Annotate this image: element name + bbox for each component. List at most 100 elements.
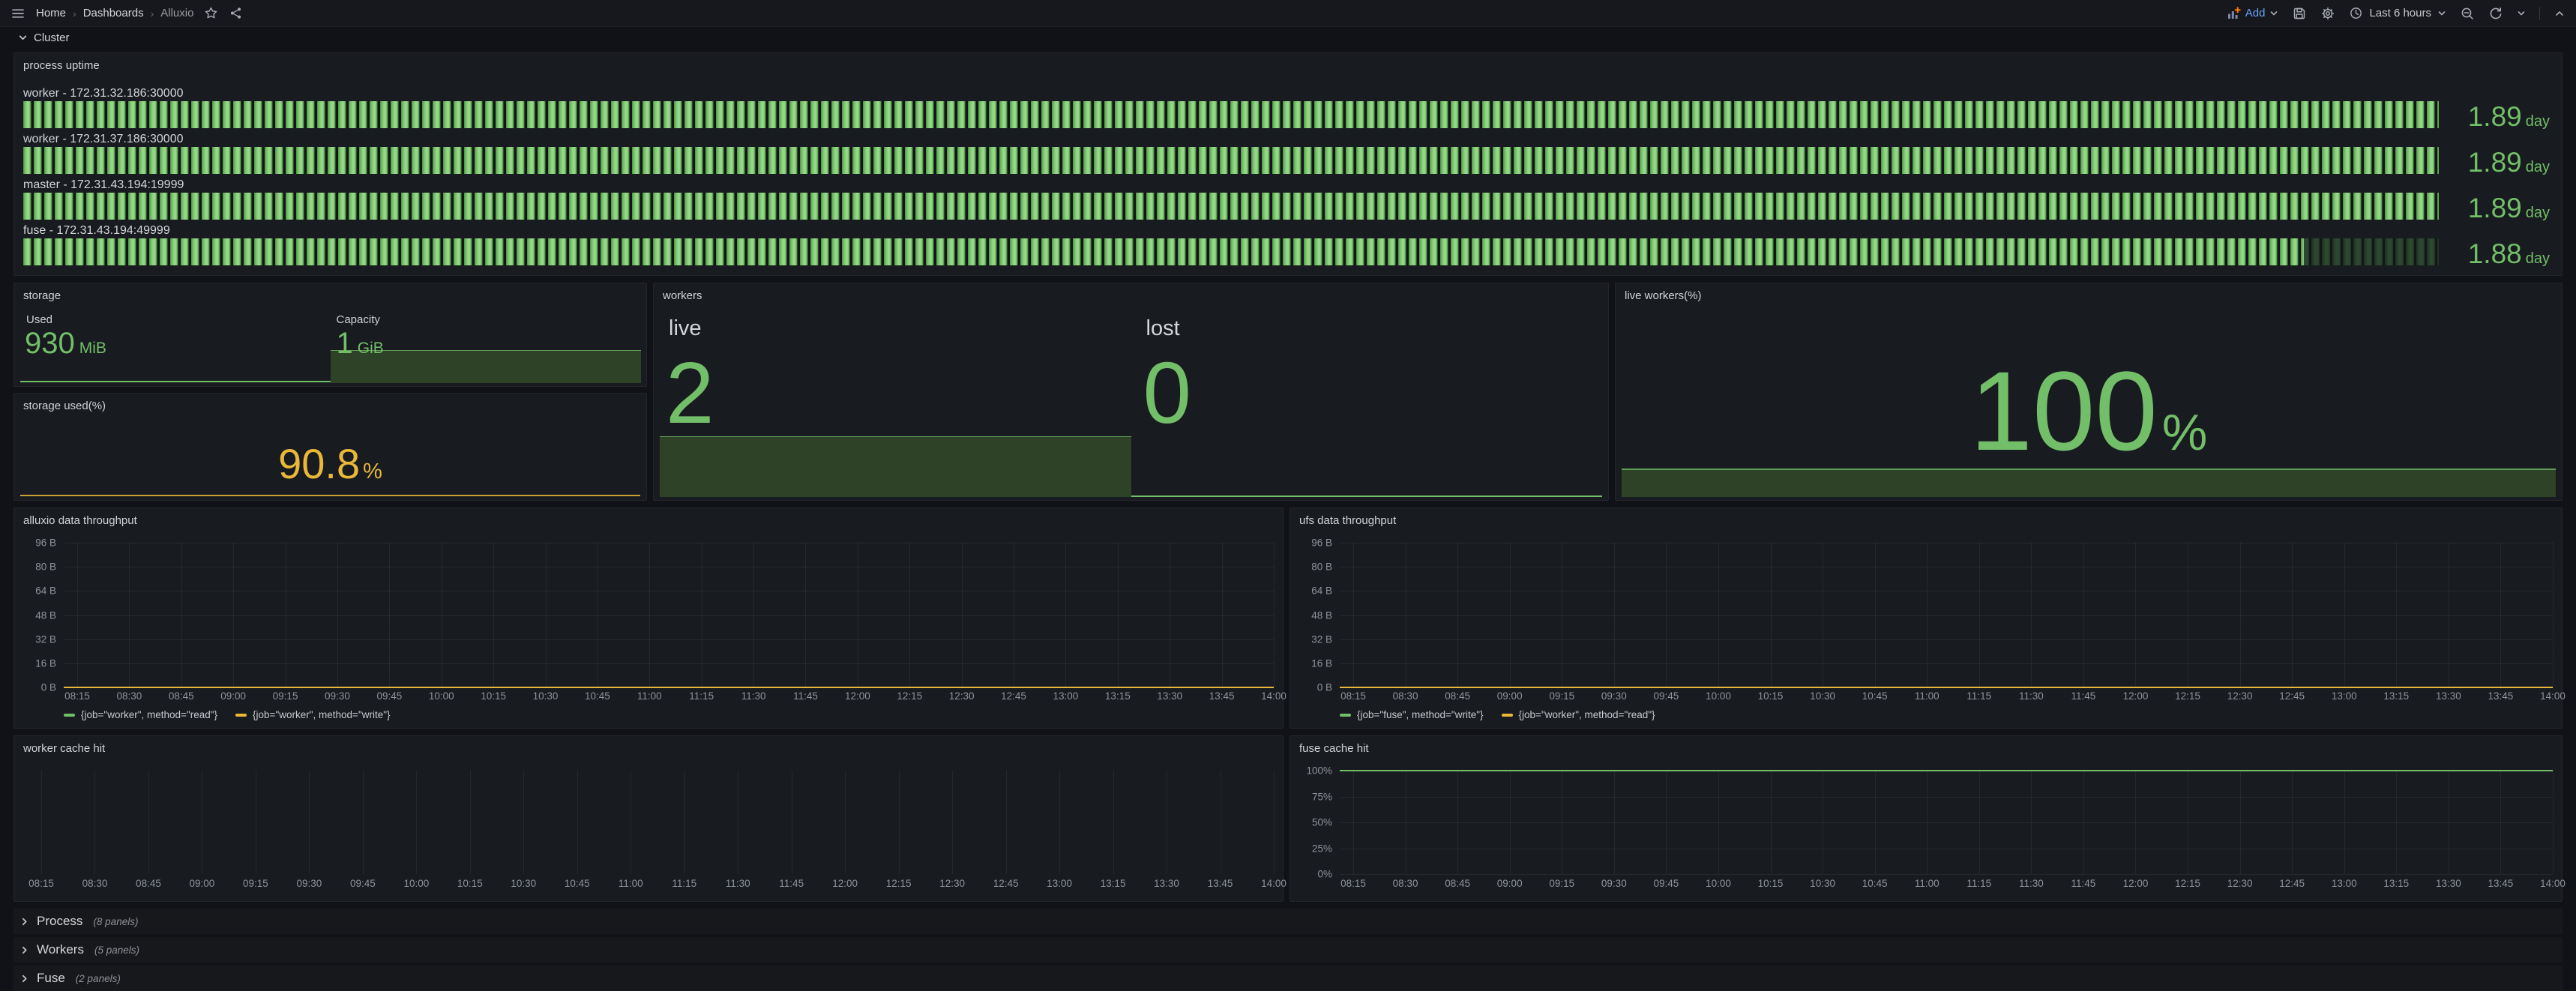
row-header-workers[interactable]: Workers (5 panels)	[13, 937, 2563, 963]
add-panel-button[interactable]: Add	[2226, 6, 2279, 21]
refresh-interval-dropdown[interactable]	[2517, 9, 2526, 18]
h-gridline	[1340, 874, 2553, 875]
breadcrumb-dashboard-name[interactable]: Alluxio	[160, 7, 193, 19]
add-button-label: Add	[2245, 7, 2266, 19]
chevron-right-icon	[19, 917, 29, 927]
panel-title[interactable]: storage used(%)	[23, 400, 106, 412]
share-icon[interactable]	[229, 6, 243, 20]
panel-fuse-cache-hit: fuse cache hit 100%75%50%25%0% 08:1508:3…	[1289, 735, 2563, 902]
v-gridline	[1006, 771, 1007, 874]
x-tick-label: 09:30	[1601, 878, 1627, 889]
x-tick-label: 10:00	[1706, 878, 1731, 889]
legend-item[interactable]: {job="worker", method="read"}	[1502, 709, 1655, 720]
collapse-toolbar-icon[interactable]	[2554, 7, 2566, 19]
panel-title[interactable]: alluxio data throughput	[23, 514, 137, 527]
x-axis: 08:1508:3008:4509:0009:1509:3009:4510:00…	[41, 878, 1274, 890]
y-tick-label: 64 B	[1311, 585, 1332, 597]
row-header-fuse[interactable]: Fuse (2 panels)	[13, 966, 2563, 991]
x-tick-label: 10:15	[481, 690, 506, 702]
zoom-out-time-icon[interactable]	[2460, 6, 2475, 21]
time-series-chart[interactable]: 08:1508:3008:4509:0009:1509:3009:4510:00…	[23, 762, 1275, 895]
x-tick-label: 11:00	[1915, 690, 1939, 702]
panel-live-workers-pct: live workers(%) 100%	[1615, 283, 2563, 501]
led-gauge-bar[interactable]	[23, 193, 2439, 220]
x-tick-label: 09:15	[1549, 878, 1574, 889]
time-series-chart[interactable]: 96 B80 B64 B48 B32 B16 B0 B 08:1508:3008…	[23, 534, 1275, 722]
menu-icon[interactable]	[10, 6, 25, 21]
led-gauge-bar[interactable]	[23, 238, 2439, 265]
legend-label: {job="fuse", method="write"}	[1357, 709, 1484, 720]
time-range-picker[interactable]: Last 6 hours	[2349, 6, 2446, 20]
y-tick-label: 48 B	[1311, 609, 1332, 621]
stat-value-capacity: 1GiB	[337, 328, 384, 358]
legend-item[interactable]: {job="worker", method="read"}	[64, 709, 217, 720]
v-gridline	[94, 771, 95, 874]
x-tick-label: 08:15	[1340, 878, 1366, 889]
legend-item[interactable]: {job="worker", method="write"}	[235, 709, 391, 720]
x-tick-label: 12:00	[832, 878, 858, 889]
x-axis: 08:1508:3008:4509:0009:1509:3009:4510:00…	[1353, 690, 2553, 702]
gauge-row: worker - 172.31.37.186:300001.89day	[23, 132, 2553, 175]
gauge-value: 1.89day	[2468, 194, 2550, 222]
stat-value-lost: 0	[1143, 349, 1192, 436]
x-tick-label: 13:30	[1157, 690, 1182, 702]
gauge-row-label: worker - 172.31.37.186:30000	[23, 132, 2553, 147]
breadcrumb-home[interactable]: Home	[36, 7, 66, 19]
h-gridline	[1340, 797, 2553, 798]
time-series-chart[interactable]: 100%75%50%25%0% 08:1508:3008:4509:0009:1…	[1299, 762, 2554, 895]
row-header-process[interactable]: Process (8 panels)	[13, 909, 2563, 934]
time-range-label: Last 6 hours	[2369, 7, 2431, 19]
v-gridline	[2553, 771, 2554, 874]
led-gauge-bar[interactable]	[23, 101, 2439, 128]
save-dashboard-icon[interactable]	[2292, 6, 2307, 21]
legend-item[interactable]: {job="fuse", method="write"}	[1340, 709, 1484, 720]
v-gridline	[899, 771, 900, 874]
favorite-star-icon[interactable]	[204, 6, 218, 20]
time-series-chart[interactable]: 96 B80 B64 B48 B32 B16 B0 B 08:1508:3008…	[1299, 534, 2554, 722]
panel-title[interactable]: fuse cache hit	[1299, 742, 1369, 755]
live-workers-pct-area-sparkline	[1622, 469, 2556, 497]
v-gridline	[363, 771, 364, 874]
x-tick-label: 11:15	[1966, 878, 1991, 889]
chevron-down-icon	[2517, 9, 2526, 18]
x-tick-label: 12:15	[2175, 878, 2200, 889]
x-tick-label: 12:30	[939, 878, 965, 889]
x-tick-label: 11:45	[779, 878, 804, 889]
panel-title[interactable]: workers	[663, 289, 702, 302]
x-tick-label: 13:30	[1154, 878, 1179, 889]
x-tick-label: 09:00	[220, 690, 246, 702]
breadcrumb-dashboards[interactable]: Dashboards	[83, 7, 144, 19]
panel-title[interactable]: ufs data throughput	[1299, 514, 1396, 527]
y-tick-label: 80 B	[1311, 561, 1332, 573]
v-gridline	[41, 771, 42, 874]
x-tick-label: 12:30	[2227, 690, 2253, 702]
row-panel-count: (2 panels)	[76, 973, 121, 984]
legend-swatch	[235, 714, 247, 717]
v-gridline	[470, 771, 471, 874]
v-gridline	[1113, 771, 1114, 874]
chart-legend: {job="fuse", method="write"} {job="worker…	[1340, 709, 1655, 720]
panel-title[interactable]: worker cache hit	[23, 742, 105, 755]
v-gridline	[845, 771, 846, 874]
panel-title[interactable]: storage	[23, 289, 61, 302]
x-tick-label: 09:30	[325, 690, 350, 702]
led-gauge-bar[interactable]	[23, 147, 2439, 174]
x-tick-label: 13:00	[2332, 690, 2357, 702]
legend-swatch	[1340, 714, 1351, 717]
panel-title[interactable]: process uptime	[23, 59, 100, 72]
y-axis: 96 B80 B64 B48 B32 B16 B0 B	[23, 543, 56, 687]
dashboard-settings-icon[interactable]	[2320, 6, 2335, 21]
legend-swatch	[1502, 714, 1513, 717]
x-tick-label: 09:45	[350, 878, 376, 889]
panel-title[interactable]: live workers(%)	[1625, 289, 1702, 302]
x-tick-label: 12:15	[897, 690, 922, 702]
plot-area	[1340, 543, 2553, 687]
refresh-icon[interactable]	[2488, 6, 2503, 21]
x-tick-label: 12:45	[2279, 690, 2305, 702]
x-tick-label: 11:30	[2019, 690, 2044, 702]
y-tick-label: 80 B	[35, 561, 56, 573]
x-tick-label: 13:15	[1101, 878, 1126, 889]
x-tick-label: 11:15	[672, 878, 696, 889]
row-header-cluster[interactable]: Cluster	[18, 31, 70, 44]
chevron-right-icon	[19, 945, 29, 955]
